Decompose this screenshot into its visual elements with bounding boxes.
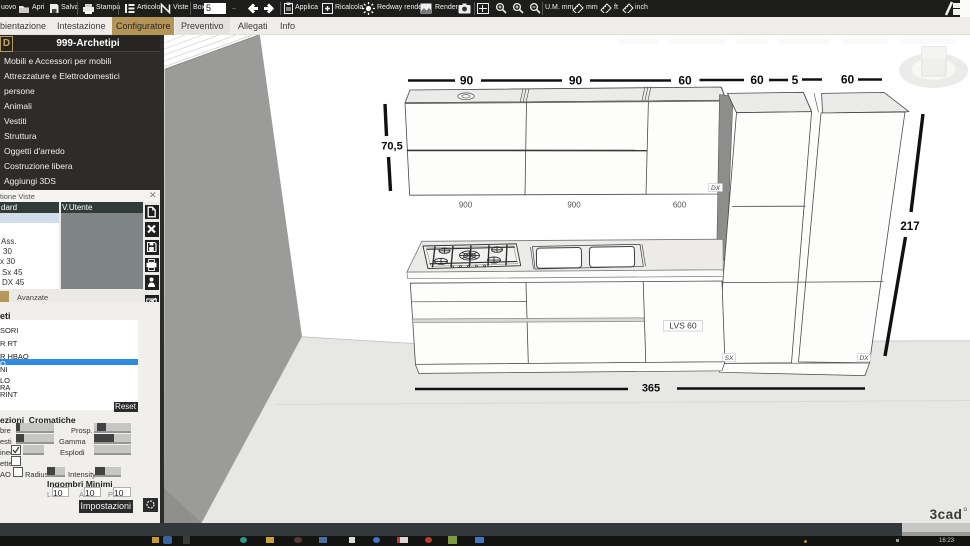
svg-text:60: 60: [750, 73, 764, 87]
svg-text:70,5: 70,5: [381, 141, 402, 153]
svg-text:LVS 60: LVS 60: [669, 321, 697, 331]
svg-text:600: 600: [673, 201, 687, 210]
svg-text:900: 900: [459, 201, 473, 210]
svg-text:90: 90: [460, 74, 474, 88]
svg-text:217: 217: [900, 221, 919, 233]
svg-text:60: 60: [841, 73, 855, 87]
svg-text:DX: DX: [711, 185, 721, 192]
svg-text:SX: SX: [725, 355, 734, 362]
svg-text:90: 90: [569, 74, 583, 88]
svg-text:3cad: 3cad: [930, 507, 963, 522]
svg-text:DX: DX: [859, 355, 869, 362]
svg-text:900: 900: [567, 201, 581, 210]
svg-text:60: 60: [678, 74, 692, 88]
svg-text:365: 365: [642, 383, 660, 395]
svg-text:5: 5: [792, 73, 799, 87]
